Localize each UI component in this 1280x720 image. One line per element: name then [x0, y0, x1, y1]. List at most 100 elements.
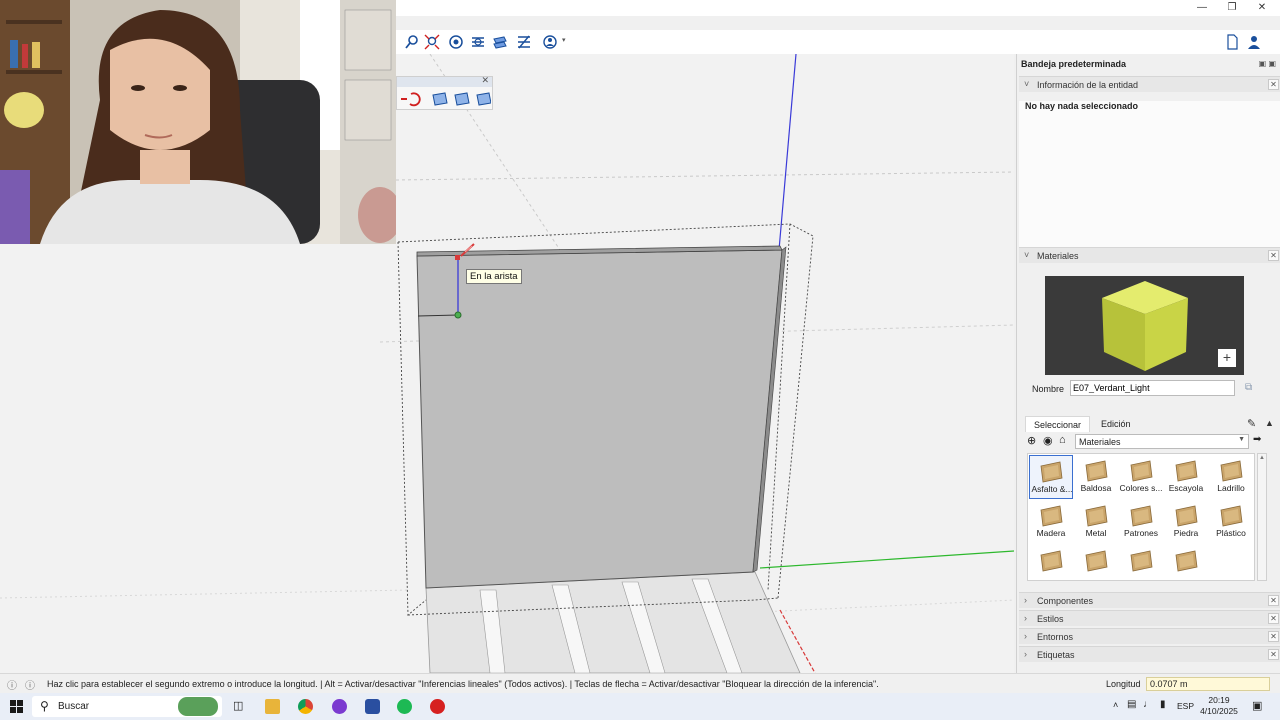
material-item[interactable]: Patrones: [1119, 500, 1163, 544]
restore-icon[interactable]: ❐: [1218, 1, 1246, 15]
help-icon[interactable]: ⓘ: [25, 677, 35, 692]
entity-info-body: No hay nada seleccionado: [1019, 101, 1280, 247]
measurements-field[interactable]: 0.0707 m: [1146, 677, 1270, 691]
sketchup-icon[interactable]: [365, 699, 380, 714]
material-item[interactable]: [1119, 545, 1163, 580]
status-hint: Haz clic para establecer el segundo extr…: [47, 679, 879, 689]
section-plane-icon[interactable]: [448, 34, 466, 50]
zoom-extents-icon[interactable]: [424, 34, 442, 50]
windows-taskbar: ⚲ Buscar ◫ ˄ ▤ ♩ ▮ ESP 20:19 4/10/2025 ▣: [0, 693, 1280, 720]
section-fill-icon[interactable]: [516, 34, 534, 50]
default-tray: Bandeja predeterminada ▣ ▣ ˅ Información…: [1016, 54, 1280, 673]
close-icon[interactable]: ✕: [1268, 631, 1279, 642]
home-icon[interactable]: ⌂: [1059, 434, 1066, 446]
material-item[interactable]: [1029, 545, 1073, 580]
chevron-up-icon[interactable]: ˄: [1113, 700, 1118, 710]
app-icon[interactable]: [430, 699, 445, 714]
microphone-icon[interactable]: ▮: [1160, 699, 1166, 710]
close-icon[interactable]: ✕: [481, 75, 489, 86]
chrome-icon[interactable]: [298, 699, 313, 714]
app-icon[interactable]: [332, 699, 347, 714]
taskbar-search[interactable]: ⚲ Buscar: [32, 696, 222, 717]
material-item-label: Piedra: [1173, 528, 1199, 538]
tab-edit[interactable]: Edición: [1093, 416, 1139, 432]
material-item[interactable]: Madera: [1029, 500, 1073, 544]
folder-icon: [1175, 550, 1198, 572]
section-cuts-icon[interactable]: [492, 34, 510, 50]
notifications-icon[interactable]: ▣: [1252, 699, 1262, 712]
material-item[interactable]: [1164, 545, 1208, 580]
panel-components-header[interactable]: › Componentes ✕: [1019, 592, 1280, 608]
folder-icon: [1220, 460, 1243, 482]
wall-face[interactable]: [416, 249, 783, 589]
material-item[interactable]: Escayola: [1164, 455, 1208, 499]
guide-line: [395, 171, 1014, 181]
details-icon[interactable]: ➡: [1253, 434, 1261, 445]
language-indicator[interactable]: ESP: [1177, 701, 1194, 711]
inference-tooltip: En la arista: [466, 269, 522, 284]
clock[interactable]: 20:19 4/10/2025: [1196, 695, 1242, 717]
material-item[interactable]: Baldosa: [1074, 455, 1118, 499]
spotify-icon[interactable]: [397, 699, 412, 714]
material-item[interactable]: Piedra: [1164, 500, 1208, 544]
material-item[interactable]: Asfalto &...: [1029, 455, 1073, 499]
add-material-icon[interactable]: +: [1218, 349, 1236, 367]
materials-tools: ⊕ ◉ ⌂ Materiales ▼ ➡: [1025, 434, 1280, 450]
tab-select[interactable]: Seleccionar: [1025, 416, 1091, 432]
search-highlight-icon: [178, 697, 218, 716]
material-name-field[interactable]: [1070, 380, 1235, 396]
tray-pin-icon[interactable]: ▣ ▣: [1259, 59, 1276, 68]
forward-icon[interactable]: ◉: [1043, 434, 1053, 447]
sample-paint-icon[interactable]: ✎: [1247, 417, 1256, 430]
paint-bucket-icon[interactable]: ▲: [1265, 418, 1274, 428]
guide-line: [0, 589, 411, 599]
close-icon[interactable]: ✕: [1268, 79, 1279, 90]
clock-time: 20:19: [1208, 695, 1230, 705]
folder-icon: [1085, 460, 1108, 482]
material-item[interactable]: Ladrillo: [1209, 455, 1253, 499]
close-icon[interactable]: ✕: [1268, 595, 1279, 606]
floating-toolbar-icons[interactable]: [399, 90, 491, 108]
material-item[interactable]: [1074, 545, 1118, 580]
chevron-down-icon[interactable]: ▾: [562, 36, 566, 44]
zoom-icon[interactable]: [404, 34, 422, 50]
volume-icon[interactable]: ♩: [1143, 699, 1153, 710]
back-icon[interactable]: ⊕: [1027, 434, 1036, 447]
materials-scrollbar[interactable]: ▲: [1257, 453, 1267, 581]
chevron-down-icon: ▼: [1238, 436, 1245, 443]
close-icon[interactable]: ✕: [1268, 250, 1279, 261]
panel-materials-header[interactable]: ˅ Materiales ✕: [1019, 247, 1280, 263]
material-item-label: Plástico: [1216, 528, 1246, 538]
chevron-right-icon: ›: [1024, 631, 1027, 641]
material-item-label: Ladrillo: [1217, 483, 1245, 493]
panel-styles-header[interactable]: › Estilos ✕: [1019, 610, 1280, 626]
close-icon[interactable]: ✕: [1248, 1, 1276, 15]
material-item[interactable]: Colores s...: [1119, 455, 1163, 499]
task-view-icon[interactable]: ◫: [233, 699, 243, 712]
folder-icon: [1040, 550, 1063, 572]
panel-environments-header[interactable]: › Entornos ✕: [1019, 628, 1280, 644]
section-display-icon[interactable]: [470, 34, 488, 50]
copy-material-icon[interactable]: ⧉: [1245, 382, 1257, 394]
file-explorer-icon[interactable]: [265, 699, 280, 714]
webcam-overlay: [0, 0, 396, 244]
material-item[interactable]: Plástico: [1209, 500, 1253, 544]
chevron-right-icon: ›: [1024, 595, 1027, 605]
panel-entity-info-header[interactable]: ˅ Información de la entidad ✕: [1019, 76, 1280, 92]
close-icon[interactable]: ✕: [1268, 649, 1279, 660]
account-icon[interactable]: [542, 34, 560, 50]
material-item[interactable]: Metal: [1074, 500, 1118, 544]
floor-slats: [425, 571, 801, 673]
close-icon[interactable]: ✕: [1268, 613, 1279, 624]
material-item-label: Colores s...: [1119, 483, 1163, 493]
user-profile-icon[interactable]: [1246, 34, 1264, 50]
windows-start-icon[interactable]: [10, 700, 23, 713]
panel-tags-header[interactable]: › Etiquetas ✕: [1019, 646, 1280, 662]
materials-library-select[interactable]: Materiales ▼: [1075, 434, 1249, 449]
info-icon[interactable]: ⓘ: [7, 677, 17, 692]
minimize-icon[interactable]: —: [1188, 1, 1216, 15]
new-file-icon[interactable]: [1224, 34, 1242, 50]
network-icon[interactable]: ▤: [1127, 699, 1136, 710]
measurements-label: Longitud: [1106, 679, 1141, 689]
floating-toolbar[interactable]: ✕: [396, 75, 493, 110]
